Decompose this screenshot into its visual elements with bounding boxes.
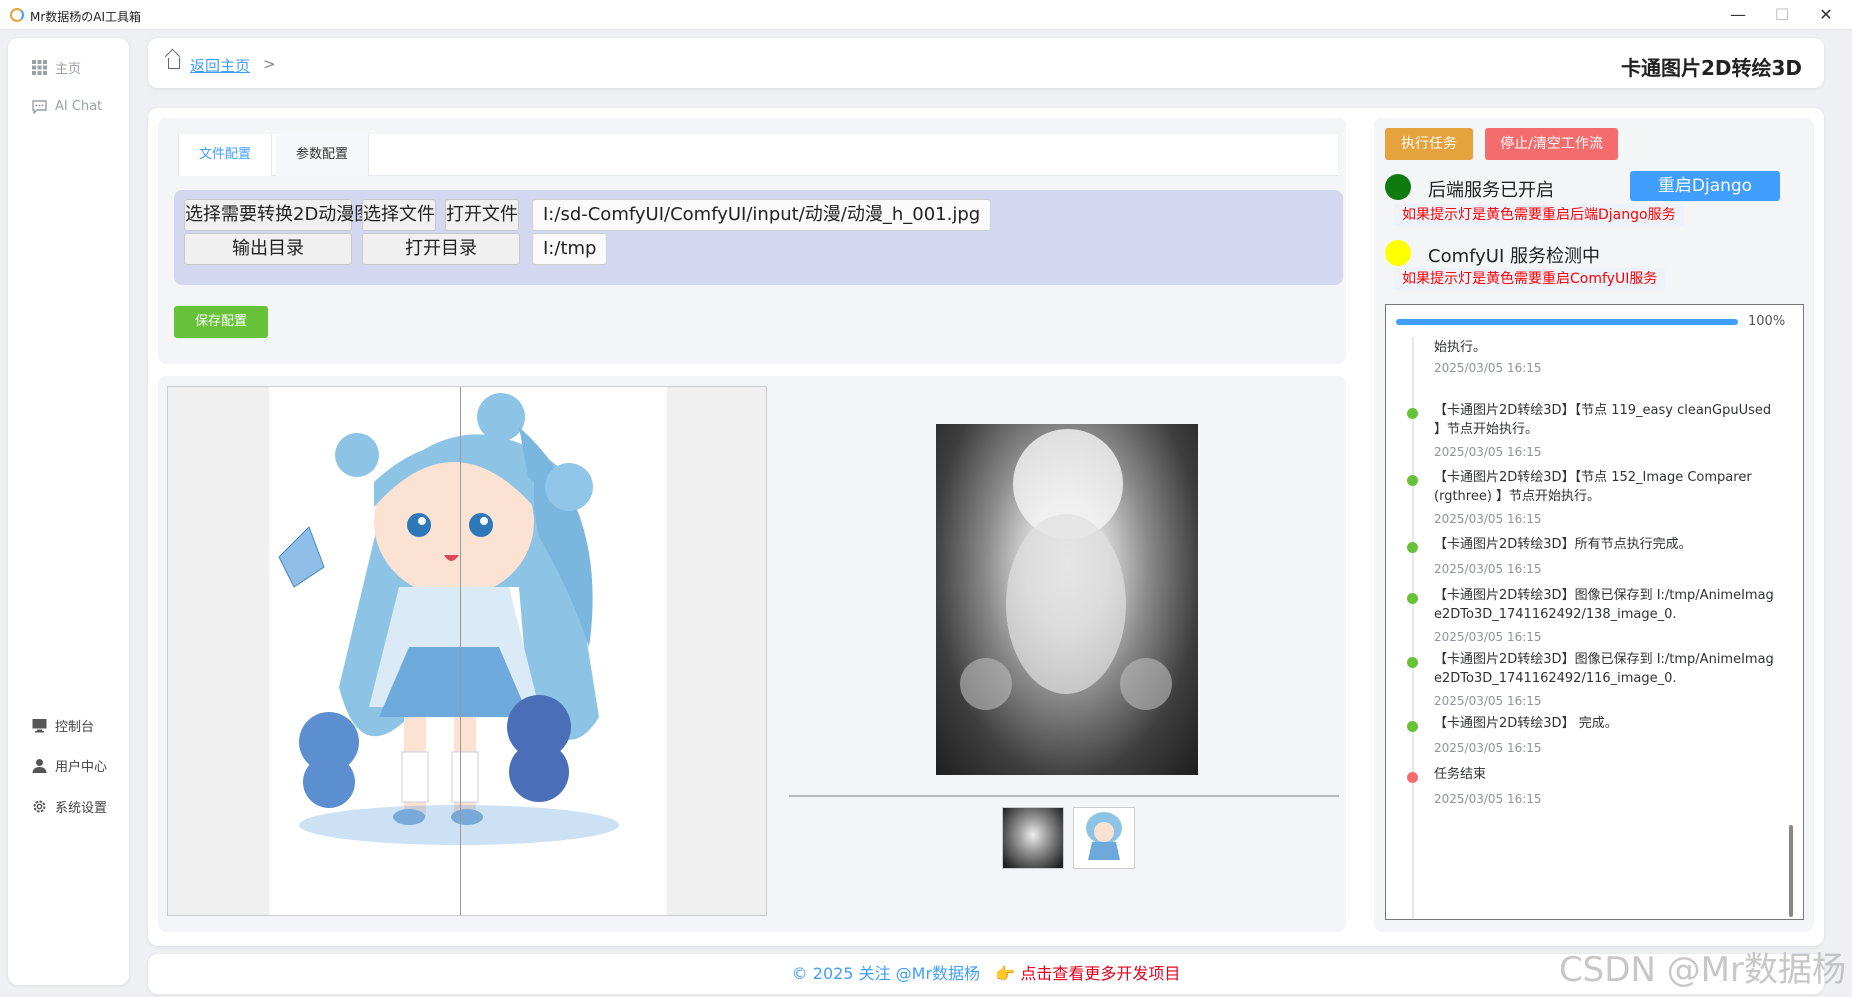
maximize-button[interactable]: ☐ [1762,3,1802,27]
sidebar-item-label: AI Chat [55,98,103,114]
sidebar-item-home[interactable]: 主页 [32,56,81,78]
back-home-link[interactable]: 返回主页 [190,55,250,76]
log-text: 【卡通图片2D转绘3D】图像已保存到 I:/tmp/AnimeImage2DTo… [1434,652,1774,686]
timeline-line [1412,337,1414,919]
sidebar-item-label: 用户中心 [55,759,108,775]
log-time: 2025/03/05 16:15 [1434,562,1542,576]
sidebar-item-label: 主页 [55,61,82,77]
page-title: 卡通图片2D转绘3D [1620,56,1802,80]
log-time: 2025/03/05 16:15 [1434,741,1542,755]
log-text: 【卡通图片2D转绘3D】【节点 152_Image Comparer (rgth… [1434,470,1752,504]
log-timeline: 【卡通图片2D转绘3D】【节点 188_SaveImage 】节点开始执行。 2… [1386,337,1786,919]
log-time: 2025/03/05 16:15 [1434,445,1542,459]
app-logo-icon [10,8,24,22]
chat-icon [32,99,47,115]
select-file-button[interactable]: 选择文件 [362,199,436,231]
stop-workflow-button[interactable]: 停止/清空工作流 [1485,128,1618,160]
log-dot [1407,475,1418,486]
window-titlebar: Mr数据杨のAI工具箱 — ☐ ✕ [0,0,1852,30]
close-button[interactable]: ✕ [1806,3,1846,27]
log-dot [1407,772,1418,783]
output-path-field[interactable]: I:/tmp [532,233,608,265]
open-file-button[interactable]: 打开文件 [445,199,519,231]
thumbnail-depth[interactable] [1002,807,1064,869]
footer-projects-link[interactable]: 👉 点击查看更多开发项目 [995,964,1180,983]
tab-param-config[interactable]: 参数配置 [276,134,370,176]
depth-map-image [936,424,1198,775]
log-time: 2025/03/05 16:15 [1434,512,1542,526]
log-dot [1407,542,1418,553]
restart-django-button[interactable]: 重启Django [1630,171,1780,201]
sidebar: 主页 AI Chat 控制台 用户中心 系统设置 [8,38,129,985]
config-panel: 文件配置 参数配置 选择需要转换2D动漫图 选择文件 打开文件 I:/sd-Co… [158,118,1346,364]
sidebar-item-label: 控制台 [55,719,95,735]
gear-icon [32,799,47,814]
comfyui-status-light [1385,240,1411,266]
log-time: 2025/03/05 16:15 [1434,792,1542,806]
log-text: 【卡通图片2D转绘3D】【节点 119_easy cleanGpuUsed 】节… [1434,403,1772,437]
log-text: 【卡通图片2D转绘3D】所有节点执行完成。 [1434,537,1692,552]
log-text: 【卡通图片2D转绘3D】图像已保存到 I:/tmp/AnimeImage2DTo… [1434,588,1774,622]
save-config-button[interactable]: 保存配置 [174,306,268,338]
image-comparer[interactable] [167,386,767,916]
tab-file-config[interactable]: 文件配置 [178,134,273,176]
sidebar-item-ai-chat[interactable]: AI Chat [32,95,102,117]
config-tabs: 文件配置 参数配置 [178,134,1338,176]
status-panel: 执行任务 停止/清空工作流 后端服务已开启 重启Django 如果提示灯是黄色需… [1374,118,1814,932]
thumbnail-original[interactable] [1073,807,1135,869]
main-card: 文件配置 参数配置 选择需要转换2D动漫图 选择文件 打开文件 I:/sd-Co… [148,108,1824,946]
log-time: 2025/03/05 16:15 [1434,361,1542,375]
window-title: Mr数据杨のAI工具箱 [30,10,142,24]
monitor-icon [32,718,47,733]
log-text: 【卡通图片2D转绘3D】 完成。 [1434,716,1618,731]
backend-warning: 如果提示灯是黄色需要重启后端Django服务 [1394,204,1684,226]
sidebar-item-label: 系统设置 [55,800,108,816]
user-icon [32,758,47,773]
progress-bar [1396,319,1738,325]
output-dir-label: 输出目录 [184,233,352,265]
comparer-divider[interactable] [460,387,461,915]
sidebar-item-settings[interactable]: 系统设置 [32,795,107,817]
log-dot [1407,721,1418,732]
comfyui-warning: 如果提示灯是黄色需要重启ComfyUI服务 [1394,268,1666,290]
progress-label: 100% [1748,314,1786,329]
result-divider [789,795,1339,797]
minimize-button[interactable]: — [1718,3,1758,27]
log-dot [1407,593,1418,604]
run-task-button[interactable]: 执行任务 [1385,128,1473,160]
input-path-field[interactable]: I:/sd-ComfyUI/ComfyUI/input/动漫/动漫_h_001.… [532,199,992,231]
footer-follow-link[interactable]: © 2025 关注 @Mr数据杨 [792,964,980,983]
sidebar-item-console[interactable]: 控制台 [32,714,94,736]
grid-icon [32,59,47,75]
log-text: 任务结束 [1434,767,1487,782]
log-box[interactable]: 100% 【卡通图片2D转绘3D】【节点 188_SaveImage 】节点开始… [1385,304,1804,920]
breadcrumb-separator: > [263,55,276,73]
image-panel [158,376,1346,932]
backend-status-light [1385,174,1411,200]
open-dir-button[interactable]: 打开目录 [362,233,520,265]
log-time: 2025/03/05 16:15 [1434,630,1542,644]
csdn-watermark: CSDN @Mr数据杨 [1558,950,1846,990]
progress-fill [1396,319,1738,325]
log-dot [1407,657,1418,668]
home-icon [168,58,180,69]
sidebar-item-user-center[interactable]: 用户中心 [32,754,107,776]
comfyui-status-text: ComfyUI 服务检测中 [1428,246,1600,267]
file-config-form: 选择需要转换2D动漫图 选择文件 打开文件 I:/sd-ComfyUI/Comf… [174,190,1343,285]
log-time: 2025/03/05 16:15 [1434,694,1542,708]
anime-character-image [269,387,667,915]
log-text: 【卡通图片2D转绘3D】【节点 188_SaveImage 】节点开始执行。 [1434,340,1487,355]
select-image-label: 选择需要转换2D动漫图 [184,199,372,231]
log-scrollbar[interactable] [1789,825,1793,917]
backend-status-text: 后端服务已开启 [1428,180,1554,201]
breadcrumb: 返回主页 > 卡通图片2D转绘3D [148,38,1824,88]
log-dot [1407,408,1418,419]
